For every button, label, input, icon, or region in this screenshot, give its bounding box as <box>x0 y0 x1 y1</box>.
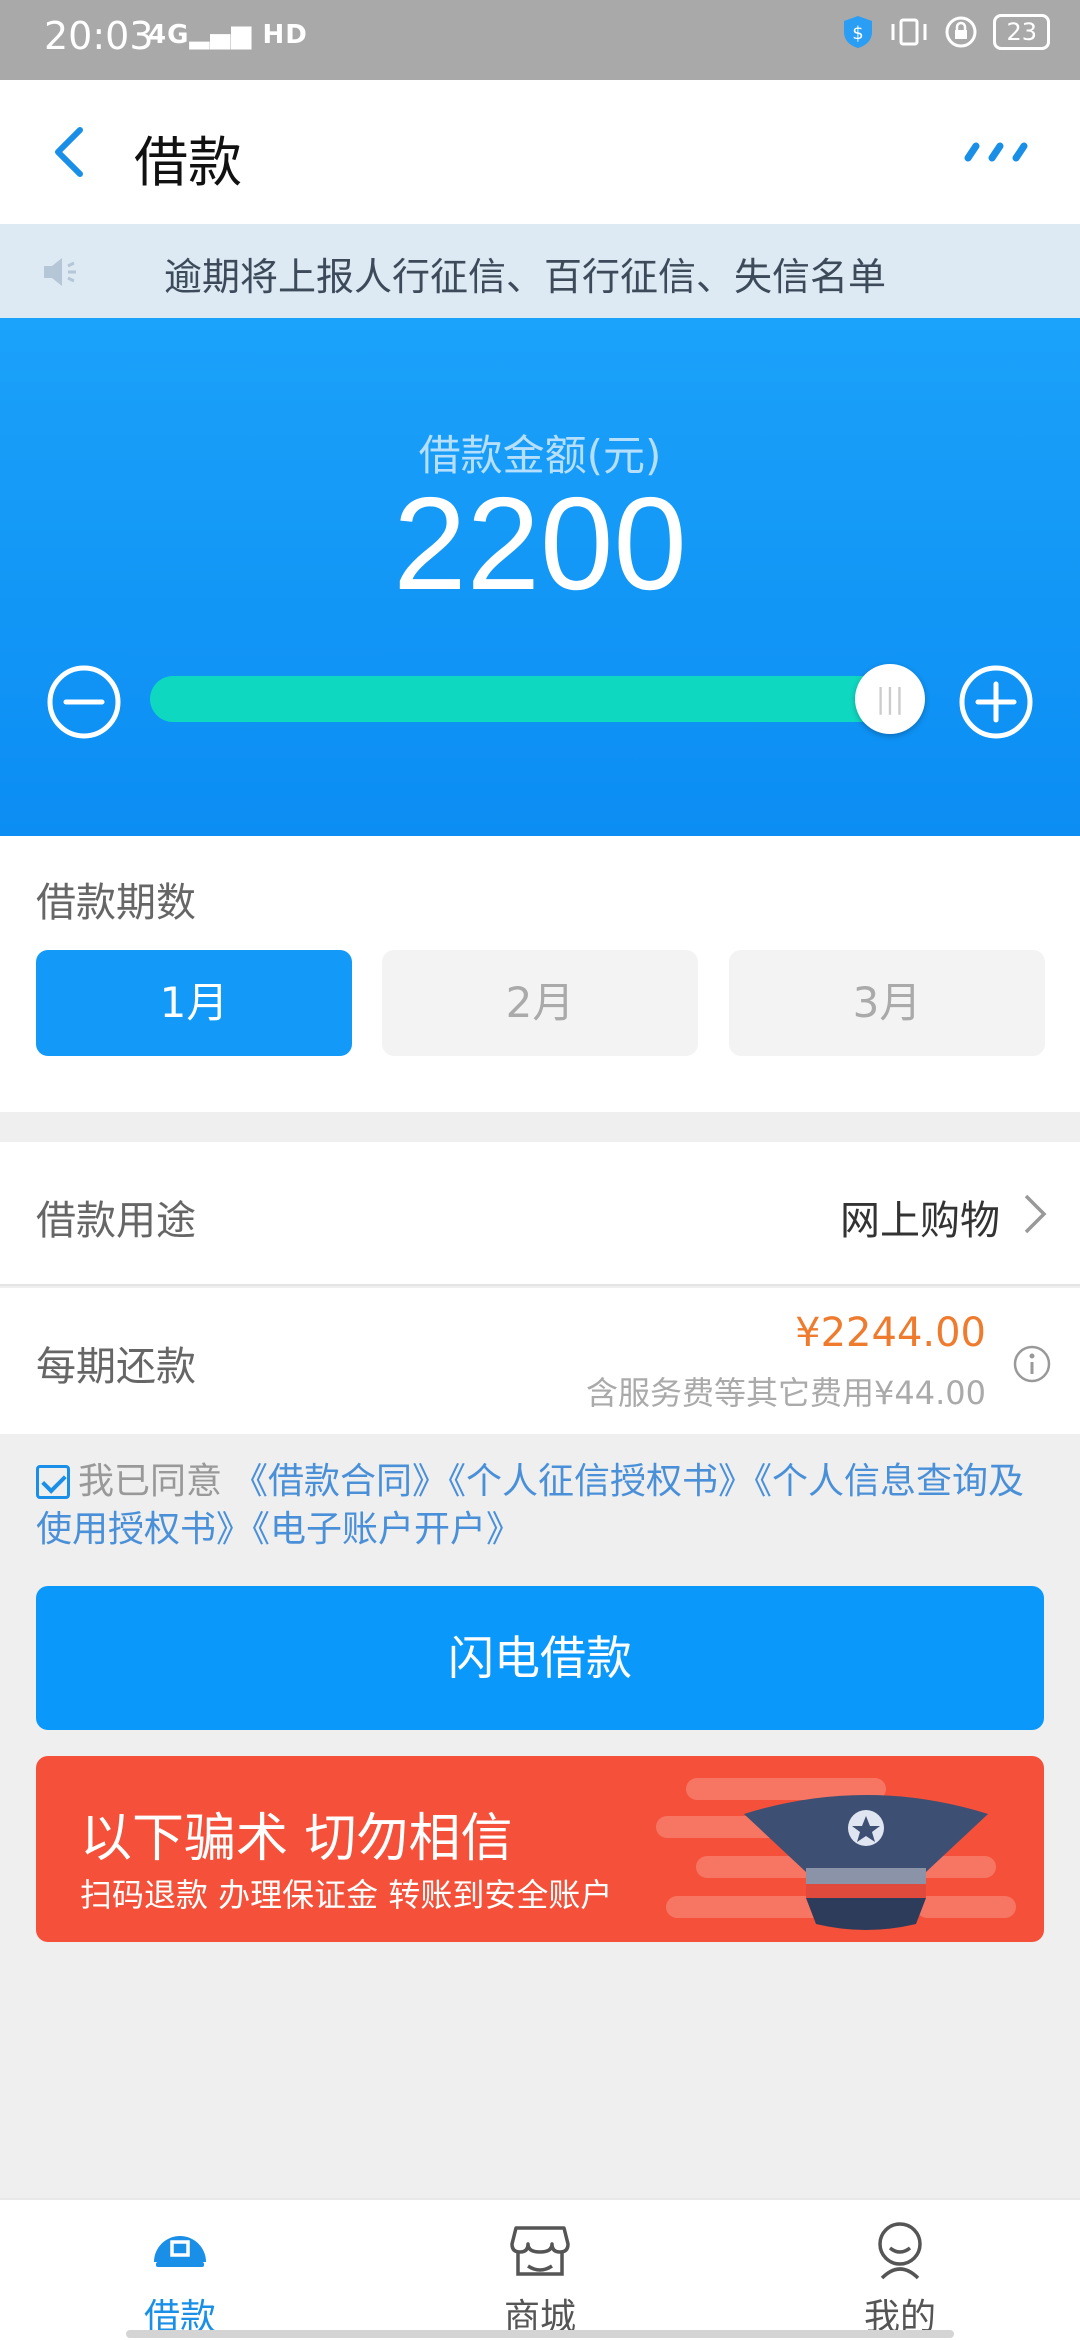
notice-banner: 逾期将上报人行征信、百行征信、失信名单 <box>0 224 1080 318</box>
loan-amount-value: 2200 <box>393 470 687 617</box>
link-loan-contract[interactable]: 《借款合同》 <box>232 1461 448 1502</box>
term-label: 借款期数 <box>36 880 196 926</box>
police-cap-icon <box>744 1795 988 1930</box>
decrease-amount-icon[interactable] <box>46 664 122 740</box>
loan-amount-panel: 借款金额(元) 2200 ||| <box>0 318 1080 836</box>
repay-fee-note: 含服务费等其它费用¥44.00 <box>586 1374 986 1412</box>
link-account-opening[interactable]: 《电子账户开户》 <box>252 1509 522 1550</box>
tab-profile[interactable]: 我的 <box>720 2200 1080 2340</box>
amount-slider-track[interactable] <box>150 676 910 722</box>
store-icon <box>510 2226 570 2276</box>
gesture-bar <box>126 2330 954 2338</box>
speaker-icon <box>44 258 76 286</box>
repay-label: 每期还款 <box>36 1344 196 1390</box>
banner-subtitle: 扫码退款 办理保证金 转账到安全账户 <box>80 1876 613 1914</box>
status-bar: 20:03 4G▂▄▆ HD $ 23 <box>0 0 1080 80</box>
repayment-row: 每期还款 ¥2244.00 含服务费等其它费用¥44.00 <box>0 1288 1080 1434</box>
svg-text:$: $ <box>853 23 864 44</box>
lock-rotation-icon <box>945 16 977 48</box>
repay-amount: ¥2244.00 <box>795 1310 986 1356</box>
back-arrow-icon[interactable] <box>40 122 100 182</box>
bottom-tab-bar: 借款 商城 我的 <box>0 2198 1080 2340</box>
vibrate-icon <box>891 18 927 46</box>
page-title: 借款 <box>134 131 242 194</box>
term-option-2[interactable]: 2月 <box>382 950 698 1056</box>
purpose-label: 借款用途 <box>36 1198 196 1244</box>
battery-icon: 23 <box>993 14 1050 50</box>
notice-text: 逾期将上报人行征信、百行征信、失信名单 <box>164 255 887 299</box>
shield-icon: $ <box>844 16 873 48</box>
term-option-3[interactable]: 3月 <box>729 950 1045 1056</box>
purpose-value: 网上购物 <box>840 1198 1000 1244</box>
amount-slider-handle[interactable]: ||| <box>855 664 925 734</box>
more-options-icon[interactable] <box>964 142 1030 162</box>
agree-checkbox[interactable] <box>36 1465 70 1499</box>
term-option-1[interactable]: 1月 <box>36 950 352 1056</box>
tab-store[interactable]: 商城 <box>360 2200 720 2340</box>
profile-icon <box>878 2222 922 2280</box>
tab-loan[interactable]: 借款 <box>0 2200 360 2340</box>
link-credit-authorization[interactable]: 《个人征信授权书》 <box>448 1461 754 1502</box>
loan-icon <box>154 2236 206 2267</box>
increase-amount-icon[interactable] <box>958 664 1034 740</box>
agreed-label: 我已同意 <box>78 1461 223 1502</box>
status-time: 20:03 <box>44 14 154 58</box>
agreement-text: 我已同意 《借款合同》《个人征信授权书》《个人信息查询及使用授权书》《电子账户开户… <box>36 1458 1046 1554</box>
top-nav-bar: 借款 <box>0 80 1080 224</box>
info-icon[interactable] <box>1012 1344 1052 1384</box>
fraud-warning-banner[interactable]: 以下骗术 切勿相信 扫码退款 办理保证金 转账到安全账户 <box>36 1756 1044 1942</box>
chevron-right-icon <box>1024 1194 1047 1234</box>
loan-term-section: 借款期数 1月 2月 3月 <box>0 836 1080 1112</box>
banner-title: 以下骗术 切勿相信 <box>80 1809 513 1869</box>
signal-icon: 4G▂▄▆ HD <box>148 20 308 50</box>
submit-loan-button[interactable]: 闪电借款 <box>36 1586 1044 1730</box>
loan-purpose-row[interactable]: 借款用途 网上购物 <box>0 1142 1080 1286</box>
